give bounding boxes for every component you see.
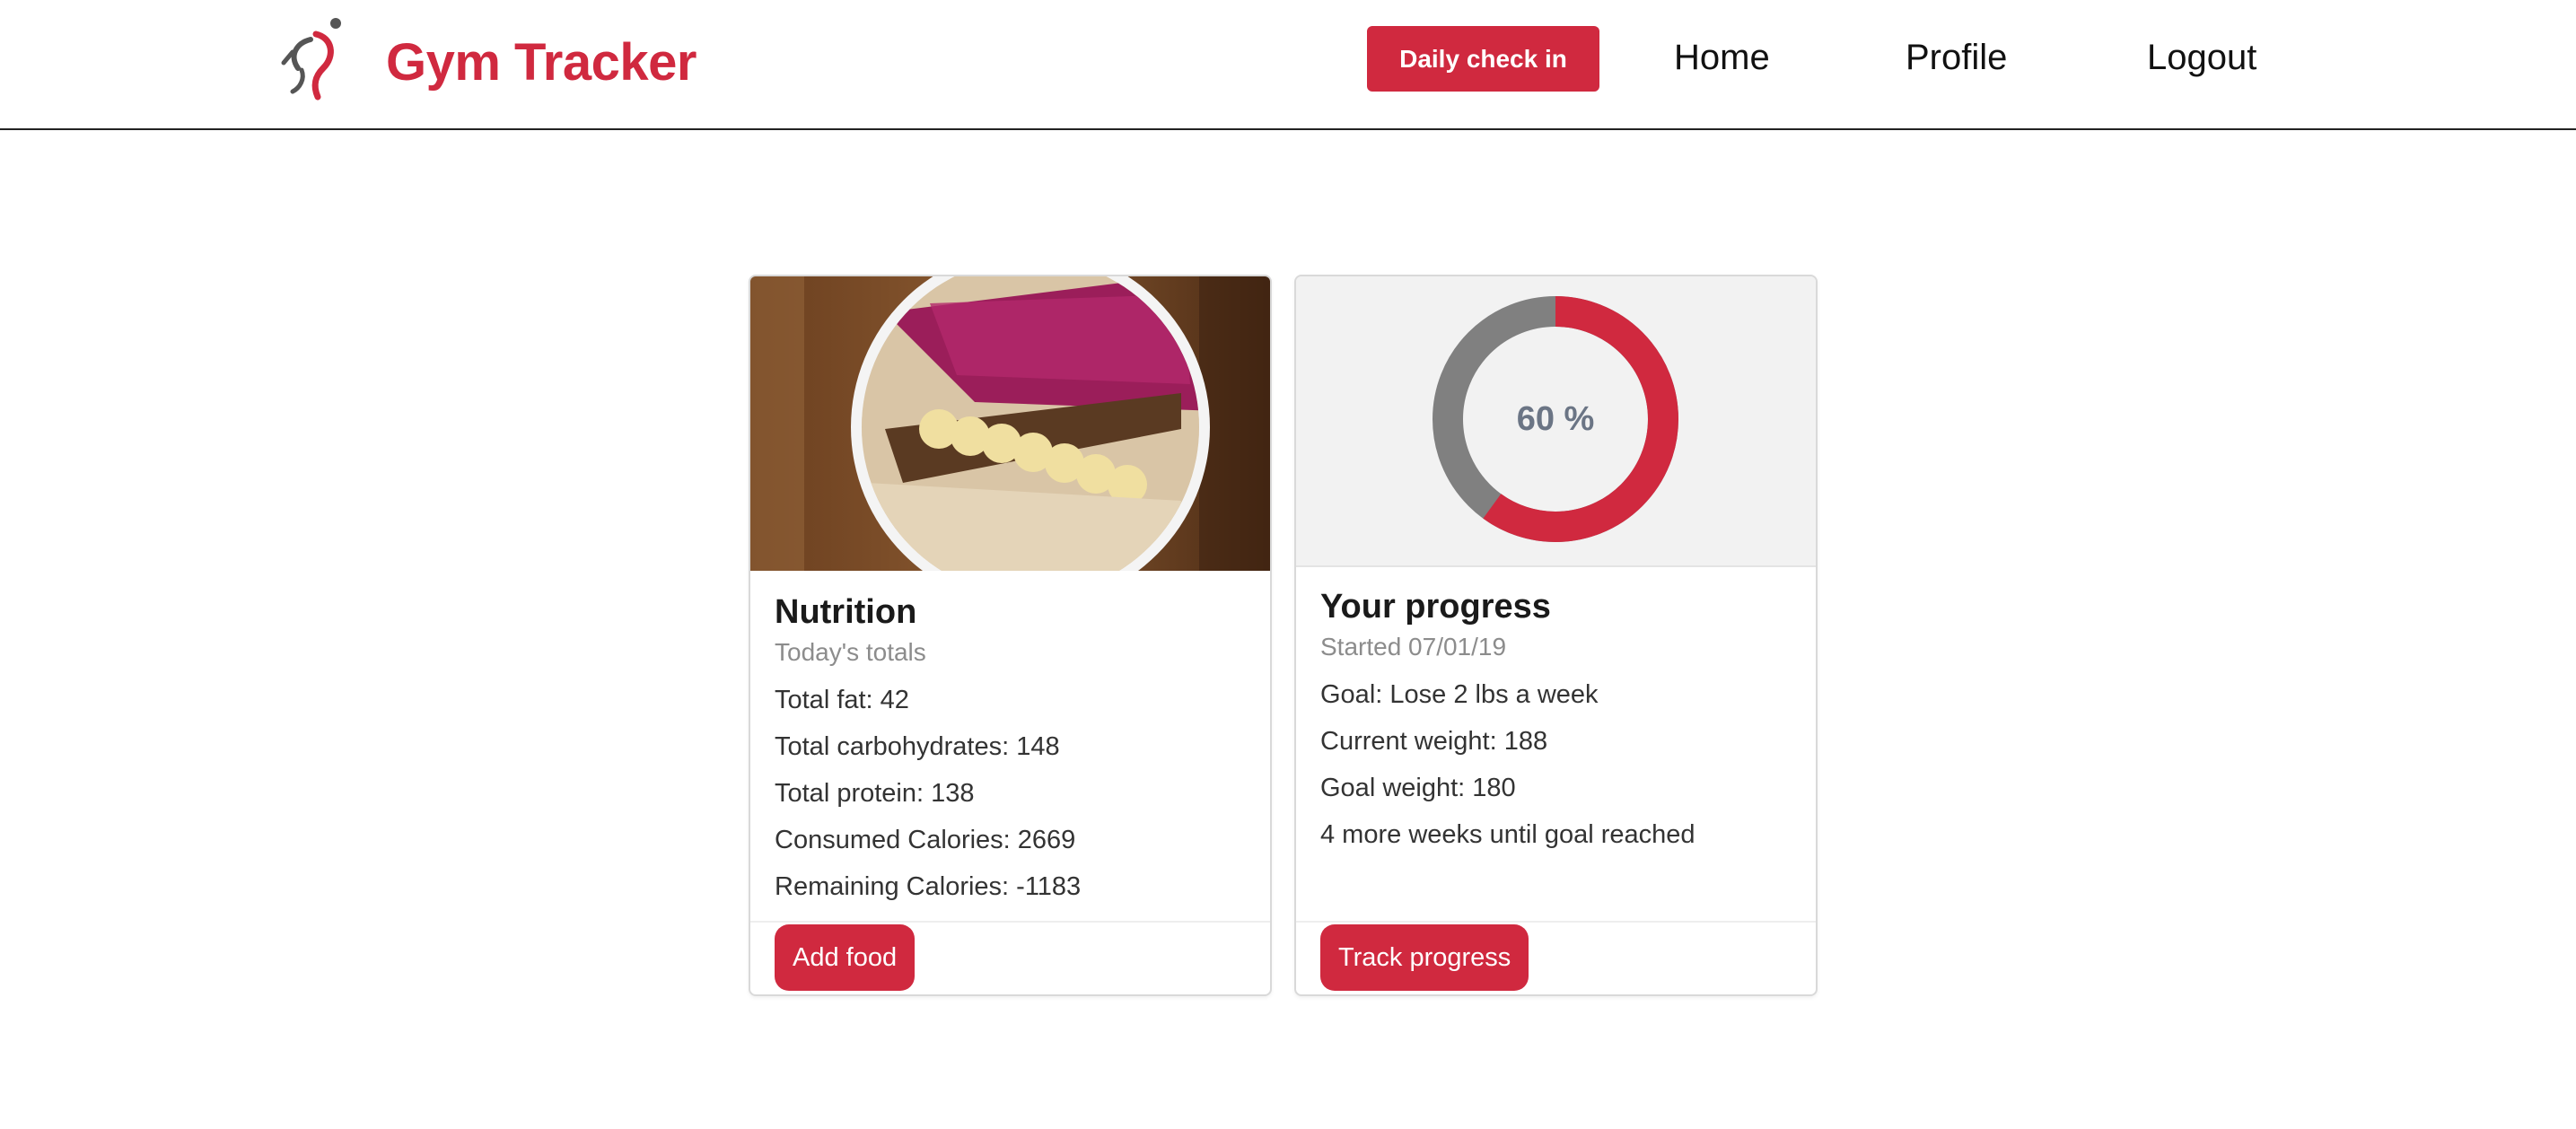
progress-percent-label: 60 % <box>1517 400 1595 438</box>
goal-text: Goal: Lose 2 lbs a week <box>1320 680 1599 709</box>
nav-logout-link[interactable]: Logout <box>2147 38 2256 78</box>
goal-weight-text: Goal weight: 180 <box>1320 774 1516 802</box>
nav-home-link[interactable]: Home <box>1674 38 1770 78</box>
nutrition-card-footer: Add food <box>750 921 1270 994</box>
progress-donut-chart: 60 % <box>1433 296 1678 542</box>
runner-logo-icon[interactable] <box>280 16 345 102</box>
weeks-remaining-text: 4 more weeks until goal reached <box>1320 820 1695 849</box>
progress-card-footer: Track progress <box>1296 921 1816 994</box>
total-fat-text: Total fat: 42 <box>775 686 909 714</box>
nutrition-subtitle: Today's totals <box>775 638 926 666</box>
acai-bowl-image <box>750 276 1270 571</box>
track-progress-button[interactable]: Track progress <box>1320 924 1529 991</box>
nutrition-title: Nutrition <box>775 593 917 631</box>
progress-start-date: Started 07/01/19 <box>1320 633 1507 661</box>
total-carbohydrates-text: Total carbohydrates: 148 <box>775 732 1060 761</box>
progress-card: 60 % Your progress Started 07/01/19 Goal… <box>1294 275 1818 996</box>
nutrition-card: Nutrition Today's totals Total fat: 42 T… <box>749 275 1272 996</box>
brand-title[interactable]: Gym Tracker <box>386 32 697 92</box>
remaining-calories-text: Remaining Calories: -1183 <box>775 872 1082 901</box>
nutrition-card-body: Nutrition Today's totals Total fat: 42 T… <box>775 591 1252 910</box>
add-food-button[interactable]: Add food <box>775 924 916 991</box>
nav-profile-link[interactable]: Profile <box>1906 38 2007 78</box>
current-weight-text: Current weight: 188 <box>1320 727 1548 756</box>
daily-check-in-button[interactable]: Daily check in <box>1367 26 1599 92</box>
consumed-calories-text: Consumed Calories: 2669 <box>775 826 1076 854</box>
progress-chart-area: 60 % <box>1296 276 1816 567</box>
progress-card-body: Your progress Started 07/01/19 Goal: Los… <box>1320 585 1798 858</box>
navbar: Gym Tracker Daily check in Home Profile … <box>0 0 2576 130</box>
progress-title: Your progress <box>1320 588 1551 626</box>
total-protein-text: Total protein: 138 <box>775 779 975 808</box>
